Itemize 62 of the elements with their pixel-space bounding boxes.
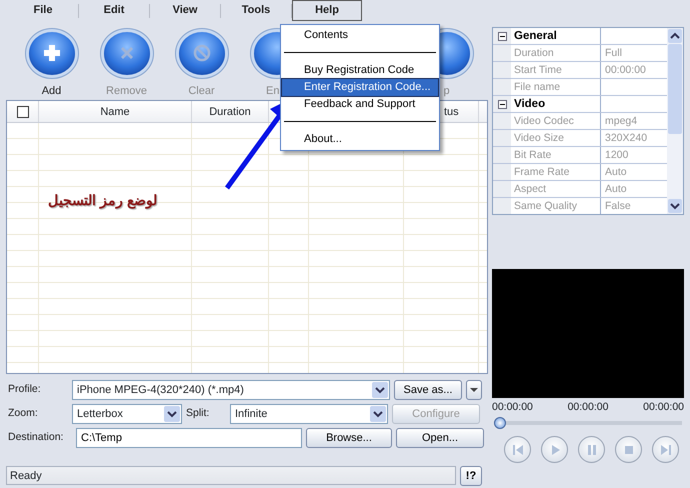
collapse-toggle[interactable] xyxy=(498,32,506,40)
property-name: Video Size xyxy=(511,130,601,146)
field-label: Destination: xyxy=(8,430,64,446)
help-button[interactable]: !? xyxy=(460,466,482,486)
field-label: Zoom: xyxy=(8,406,39,422)
menu-item[interactable]: Help xyxy=(292,0,362,21)
annotation-text: لوضع رمز التسجيل xyxy=(48,191,157,211)
property-name: Video Codec xyxy=(511,113,601,129)
property-name: Aspect xyxy=(511,181,601,197)
property-value: Auto xyxy=(604,182,628,197)
menu-item[interactable]: View xyxy=(150,0,220,21)
scroll-up-icon xyxy=(667,28,683,44)
browse-button[interactable]: Browse... xyxy=(306,428,392,448)
destination-field[interactable]: C:\Temp xyxy=(76,428,302,448)
button-label: En xyxy=(266,84,280,98)
property-name: Frame Rate xyxy=(511,164,601,180)
button-label: Remove xyxy=(106,84,147,98)
status-text: Ready xyxy=(6,466,456,485)
button-label: p xyxy=(443,84,450,98)
column-header[interactable]: Name xyxy=(100,106,130,118)
property-name: File name xyxy=(511,79,601,95)
category-label: General xyxy=(511,28,601,44)
button-label: Clear xyxy=(188,84,215,98)
time-label: 00:00:00 xyxy=(492,400,533,415)
collapse-toggle[interactable] xyxy=(498,100,506,108)
split-dropdown[interactable]: Infinite xyxy=(230,404,388,424)
property-value: 1200 xyxy=(604,148,630,163)
save-as-button[interactable]: Save as... xyxy=(394,380,462,400)
menu-item[interactable]: Edit xyxy=(79,0,149,21)
field-label: Split: xyxy=(186,406,210,422)
property-value: mpeg4 xyxy=(604,114,638,129)
property-name: Same Quality xyxy=(511,198,601,214)
column-header[interactable]: Duration xyxy=(209,106,251,118)
toolbar-button[interactable] xyxy=(104,32,150,74)
property-value: 320X240 xyxy=(604,131,648,146)
category-label: Video xyxy=(511,96,601,112)
property-value: Full xyxy=(604,46,623,61)
scroll-down-icon xyxy=(667,198,683,214)
time-label: 00:00:00 xyxy=(643,400,684,415)
property-name: Start Time xyxy=(511,62,601,78)
menu-item[interactable]: File xyxy=(8,0,78,21)
open-button[interactable]: Open... xyxy=(396,428,484,448)
menu-item[interactable]: Tools xyxy=(221,0,291,21)
zoom-dropdown[interactable]: Letterbox xyxy=(72,404,182,424)
time-label: 00:00:00 xyxy=(568,400,608,415)
property-value: False xyxy=(604,199,632,214)
scrollbar-thumb[interactable] xyxy=(668,44,682,134)
column-header[interactable]: tus xyxy=(444,106,459,118)
field-label: Profile: xyxy=(8,382,42,398)
profile-dropdown[interactable]: iPhone MPEG-4(320*240) (*.mp4) xyxy=(72,380,390,400)
menu-item[interactable]: Enter Registration Code... xyxy=(282,79,438,96)
button-label: Add xyxy=(42,84,62,98)
dropdown-button[interactable] xyxy=(466,380,482,400)
property-name: Duration xyxy=(511,45,601,61)
property-value: 00:00:00 xyxy=(604,63,647,78)
property-name: Bit Rate xyxy=(511,147,601,163)
select-all-checkbox[interactable] xyxy=(16,106,28,118)
toolbar-button[interactable] xyxy=(178,32,224,74)
property-value: Auto xyxy=(604,165,628,180)
toolbar-button[interactable] xyxy=(28,32,74,74)
slider-thumb[interactable] xyxy=(494,417,506,430)
caret-icon xyxy=(469,386,479,394)
